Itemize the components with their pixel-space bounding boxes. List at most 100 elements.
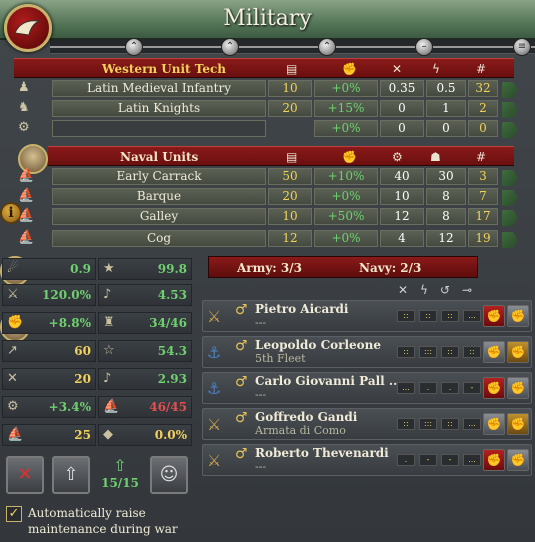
dismiss-button[interactable]: ✊ [507,449,529,471]
maintenance-label: Automatically raise maintenance during w… [28,506,178,536]
unit-arrow-tag[interactable] [502,82,518,98]
artillery-icon: ⚙ [18,120,30,135]
leader-name: Leopoldo Corleone [255,338,382,352]
ship-stat-b: 30 [426,168,466,185]
land-tech-label: Western Unit Tech [102,62,226,76]
leader-assignment: --- [255,460,267,473]
lightning-icon: ϟ [432,62,440,76]
chevron-up-icon[interactable]: ⌃ [125,38,143,56]
menu-icon[interactable]: ≡ [513,38,531,56]
ship-cost: 50 [268,168,312,185]
morale-fist-icon: ✊ [342,62,357,76]
ship-arrow-tag[interactable] [502,210,518,226]
sailors-icon: ☗ [430,150,441,164]
leader-name: Carlo Giovanni Pall ... [255,374,402,388]
regiment-icon: ♜ [103,315,115,330]
leader-row[interactable]: ⚔ ♂ Goffredo Gandi Armata di Como :: :::… [202,408,532,440]
subbar [50,40,535,54]
leader-row[interactable]: ⚓ ♂ Leopoldo Corleone 5th Fleet :: ::: :… [202,336,532,368]
stat-discipline: ⚙ +3.4% [2,396,96,418]
unit-name-empty[interactable] [52,120,266,137]
ship-stat-b: 12 [426,230,466,247]
ship-stat-a: 12 [380,208,424,225]
morale-fist-icon: ✊ [342,150,357,164]
crossed-swords-icon: ✕ [7,371,18,386]
leader-pip: :: [441,310,459,322]
chevron-up-double-icon[interactable]: ⌃ [221,38,239,56]
assign-button[interactable]: ✊ [483,449,505,471]
leader-assignment: --- [255,316,267,329]
unit-arrow-tag[interactable] [502,122,518,138]
ship-arrow-tag[interactable] [502,190,518,206]
unit-stat-b: 0.5 [426,80,466,97]
ship-morale: +10% [314,168,378,185]
military-panel: Military ⌃ ⌃ ⌃ – ≡ Western Unit Tech ▤ ✊… [0,0,535,542]
disband-button[interactable]: ✕ [6,456,44,494]
gem-icon: ◆ [103,427,113,442]
leader-pip: :: [441,418,459,430]
dismiss-button[interactable]: ✊ [507,305,529,327]
leader-pip: ... [463,310,481,322]
naval-horn-icon: ♪ [103,371,112,386]
navy-count: Navy: 2/3 [359,261,422,275]
stat-ships: ⛵ 25 [2,424,96,446]
male-icon: ♂ [235,302,248,318]
stat-naval-force-limit: ⛵ 46/45 [98,396,192,418]
leader-pip: . [419,382,437,394]
assign-button[interactable]: ✊ [483,305,505,327]
admiral-icon: ⚓ [207,343,222,362]
general-icon: ⚔ [207,415,222,434]
dismiss-button[interactable]: ✊ [507,377,529,399]
leader-pip: ... [397,382,415,394]
cavalry-icon: ♞ [18,100,30,115]
leader-portrait-button[interactable]: ☺ [150,456,188,494]
ship-name[interactable]: Galley [52,208,266,225]
admiral-icon: ⚓ [207,379,222,398]
dismiss-button[interactable]: ✊ [507,413,529,435]
assign-button[interactable]: ✊ [483,377,505,399]
unit-stat-a: 0.35 [380,80,424,97]
assign-button[interactable]: ✊ [483,341,505,363]
chevron-up-triple-icon[interactable]: ⌃ [318,38,336,56]
leader-assignment: Armata di Como [255,424,346,437]
minus-icon[interactable]: – [415,38,433,56]
ship-stat-a: 40 [380,168,424,185]
leader-pip: ::: [419,346,437,358]
ship-arrow-tag[interactable] [502,170,518,186]
unit-name[interactable]: Latin Medieval Infantry [52,80,266,97]
dismiss-button[interactable]: ✊ [507,341,529,363]
coins-icon: ▤ [286,150,298,164]
hash-icon: # [476,62,487,76]
coins-icon: ▤ [286,62,298,76]
unit-name[interactable]: Latin Knights [52,100,266,117]
siege-icon: ⊸ [462,283,473,297]
title-bar: Military [0,0,535,40]
male-icon: ♂ [235,446,248,462]
stat-sailors: ◆ 0.0% [98,424,192,446]
fire-icon: ✕ [398,283,409,297]
ship-stat-a: 4 [380,230,424,247]
assign-button[interactable]: ✊ [483,413,505,435]
ship-arrow-tag[interactable] [502,232,518,248]
upgrade-button[interactable]: ⇧ [52,456,90,494]
unit-arrow-tag[interactable] [502,102,518,118]
maintenance-checkbox[interactable]: ✓ [6,506,22,522]
ship-name[interactable]: Barque [52,188,266,205]
military-emblem-icon[interactable] [4,4,52,52]
ships-icon: ⛵ [7,427,24,442]
naval-units-label: Naval Units [120,150,199,164]
ship-morale: +50% [314,208,378,225]
unit-morale: +15% [314,100,378,117]
stat-drill: ✕ 20 [2,368,96,390]
ship-name[interactable]: Early Carrack [52,168,266,185]
leader-pip: - [463,382,481,394]
leader-row[interactable]: ⚔ ♂ Roberto Thevenardi --- . - - ... ✊ ✊ [202,444,532,476]
ship-morale: +0% [314,230,378,247]
ship-cost: 10 [268,208,312,225]
morale-icon: ✊ [7,315,24,330]
ship-name[interactable]: Cog [52,230,266,247]
leader-row[interactable]: ⚓ ♂ Carlo Giovanni Pall ... --- ... . . … [202,372,532,404]
recruit-arrow-icon[interactable]: ⇧ [106,456,134,475]
leader-row[interactable]: ⚔ ♂ Pietro Aicardi --- :: :: :: ... ✊ ✊ [202,300,532,332]
stat-supply: ♪ 4.53 [98,284,192,306]
